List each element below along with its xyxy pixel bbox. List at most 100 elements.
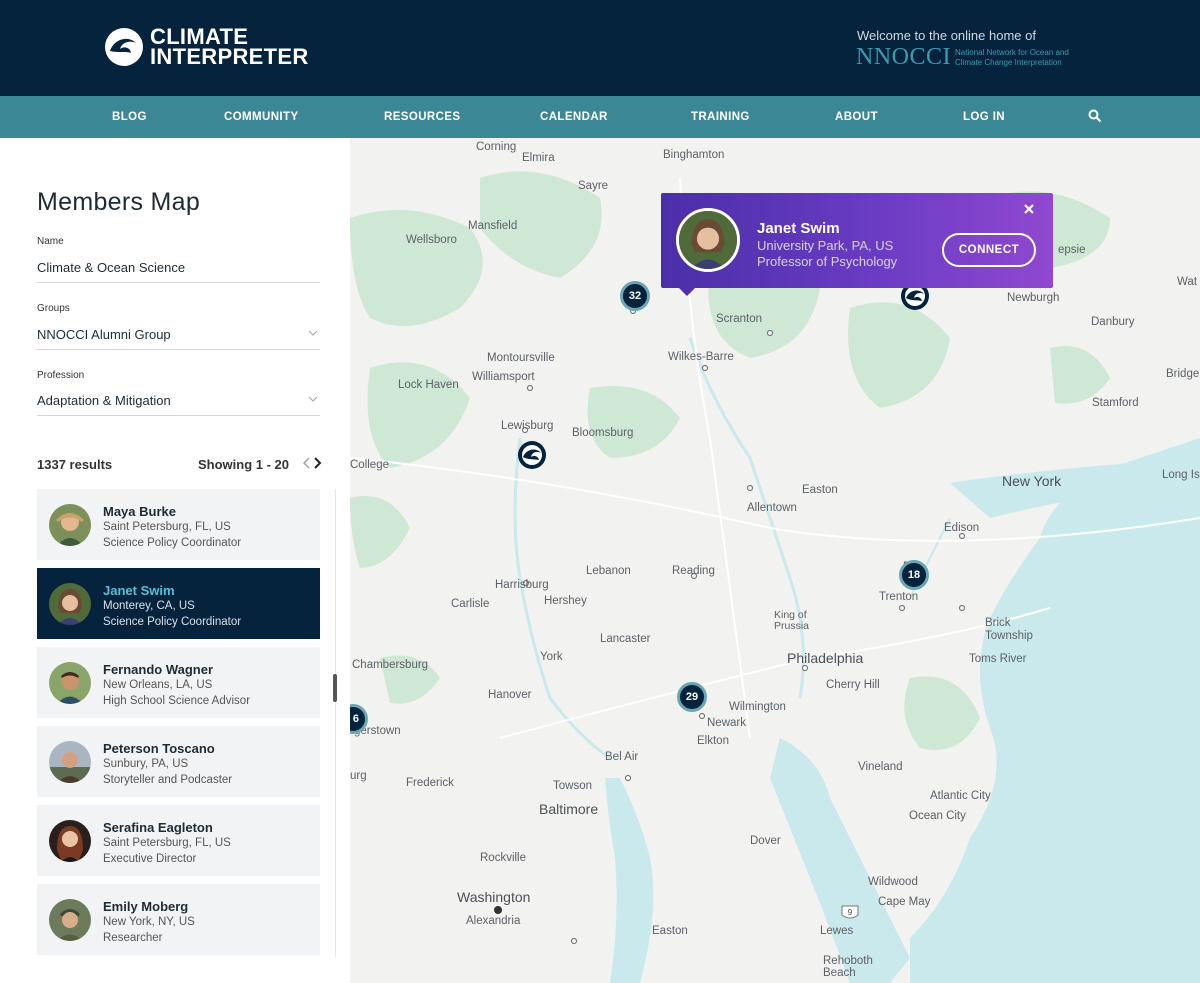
place-label: Baltimore (539, 801, 599, 817)
member-name: Peterson Toscano (103, 741, 215, 756)
popup-pointer (679, 288, 695, 296)
place-label: Ocean City (909, 810, 966, 822)
place-label: Harrisburg (495, 579, 549, 591)
place-label: Wilkes-Barre (668, 351, 734, 363)
page-title: Members Map (37, 188, 201, 216)
place-label: Towson (553, 780, 592, 792)
logo-line-2: INTERPRETER (150, 44, 309, 69)
close-icon[interactable] (1023, 203, 1035, 215)
popup-member-location: University Park, PA, US (757, 238, 894, 253)
nav-training[interactable]: TRAINING (691, 111, 750, 123)
members-map[interactable]: Corning Elmira Binghamton Sayre Mansfiel… (350, 138, 1200, 983)
profession-select[interactable]: Adaptation & Mitigation (37, 392, 320, 416)
place-label: Stamford (1092, 397, 1139, 409)
welcome-text: Welcome to the online home of (857, 28, 1036, 43)
place-label: Bridgeport (1166, 368, 1200, 380)
member-name: Serafina Eagleton (103, 820, 213, 835)
member-popup: Janet Swim University Park, PA, US Profe… (661, 193, 1053, 296)
member-role: Science Policy Coordinator (103, 537, 242, 549)
member-card[interactable]: Emily Moberg New York, NY, US Researcher (37, 884, 320, 955)
place-label: Newburgh (1007, 292, 1060, 304)
nav-log-in[interactable]: LOG IN (963, 111, 1005, 123)
place-label: epsie (1058, 244, 1086, 256)
nnocci-logo[interactable]: NNOCCI National Network for Ocean and Cl… (856, 44, 1095, 71)
place-label: Lebanon (586, 565, 631, 577)
member-list: Maya Burke Saint Petersburg, FL, US Scie… (37, 489, 320, 963)
avatar (49, 662, 91, 704)
place-label: Frederick (406, 777, 454, 789)
place-label: Toms River (969, 653, 1027, 665)
member-card[interactable]: Serafina Eagleton Saint Petersburg, FL, … (37, 805, 320, 876)
place-label: urg (350, 770, 367, 782)
wave-logo-icon (105, 28, 143, 66)
nav-blog[interactable]: BLOG (112, 111, 147, 123)
nnocci-wordmark: NNOCCI (856, 44, 952, 70)
climate-interpreter-logo[interactable]: CLIMATE INTERPRETER (104, 26, 309, 69)
place-label: Allentown (747, 502, 797, 514)
member-name: Emily Moberg (103, 899, 189, 914)
place-label: Cherry Hill (826, 679, 880, 691)
place-label: Hershey (544, 595, 587, 607)
place-label: Bloomsburg (572, 427, 634, 439)
place-label: Carlisle (451, 598, 490, 610)
avatar (49, 741, 91, 783)
place-label: King of Prussia (774, 609, 810, 632)
place-label: Danbury (1091, 316, 1135, 328)
name-label: Name (37, 236, 64, 247)
member-pin-icon[interactable] (517, 440, 547, 470)
member-card[interactable]: Maya Burke Saint Petersburg, FL, US Scie… (37, 489, 320, 560)
place-label: Philadelphia (787, 650, 864, 666)
member-card-selected[interactable]: Janet Swim Monterey, CA, US Science Poli… (37, 568, 320, 639)
place-label: Binghamton (663, 149, 725, 161)
place-label: Scranton (716, 313, 763, 325)
place-label: Easton (652, 925, 688, 937)
place-label: Reading (672, 565, 715, 577)
place-label: Montoursville (487, 352, 555, 364)
nav-calendar[interactable]: CALENDAR (540, 111, 608, 123)
nav-about[interactable]: ABOUT (835, 111, 878, 123)
member-card[interactable]: Fernando Wagner New Orleans, LA, US High… (37, 647, 320, 718)
cluster-marker[interactable]: 32 (620, 281, 650, 311)
member-location: Sunbury, PA, US (103, 758, 189, 770)
place-label: Wat (1177, 276, 1198, 288)
connect-button[interactable]: CONNECT (942, 233, 1036, 267)
place-label: Lock Haven (398, 379, 459, 391)
name-input[interactable]: Climate & Ocean Science (37, 259, 320, 283)
results-count: 1337 results (37, 457, 113, 472)
place-label: Long Isl (1162, 469, 1200, 481)
groups-label: Groups (37, 303, 70, 314)
place-label: Williamsport (472, 371, 535, 383)
avatar (49, 820, 91, 862)
member-role: High School Science Advisor (103, 695, 251, 707)
place-label: Corning (476, 141, 517, 153)
showing-range: Showing 1 - 20 (198, 457, 290, 472)
popup-member-name: Janet Swim (757, 220, 840, 237)
avatar (49, 899, 91, 941)
list-scrollbar-thumb[interactable] (333, 674, 337, 702)
place-label: Wellsboro (406, 234, 457, 246)
member-role: Science Policy Coordinator (103, 616, 242, 628)
place-label: Wildwood (868, 876, 918, 888)
member-location: New Orleans, LA, US (103, 679, 213, 691)
member-location: New York, NY, US (103, 916, 195, 928)
chevron-down-icon (308, 330, 318, 336)
place-label: Elkton (697, 735, 729, 747)
list-scroll-track[interactable] (335, 489, 336, 957)
member-card[interactable]: Peterson Toscano Sunbury, PA, US Storyte… (37, 726, 320, 797)
member-role: Researcher (103, 932, 163, 944)
cluster-marker[interactable]: 18 (899, 560, 929, 590)
chevron-right-icon[interactable] (312, 456, 322, 470)
logo-text: CLIMATE INTERPRETER (150, 26, 309, 69)
highway-number: 9 (848, 908, 853, 917)
name-input-value: Climate & Ocean Science (37, 260, 186, 275)
nav-resources[interactable]: RESOURCES (384, 111, 460, 123)
place-label: Brick Township (985, 617, 1033, 642)
nav-community[interactable]: COMMUNITY (224, 111, 299, 123)
member-role: Storyteller and Podcaster (103, 774, 233, 786)
groups-select[interactable]: NNOCCI Alumni Group (37, 326, 320, 350)
search-icon[interactable] (1088, 109, 1102, 123)
cluster-marker[interactable]: 29 (677, 682, 707, 712)
member-name: Fernando Wagner (103, 662, 214, 677)
chevron-left-icon[interactable] (302, 456, 312, 470)
popup-member-role: Professor of Psychology (757, 254, 898, 269)
